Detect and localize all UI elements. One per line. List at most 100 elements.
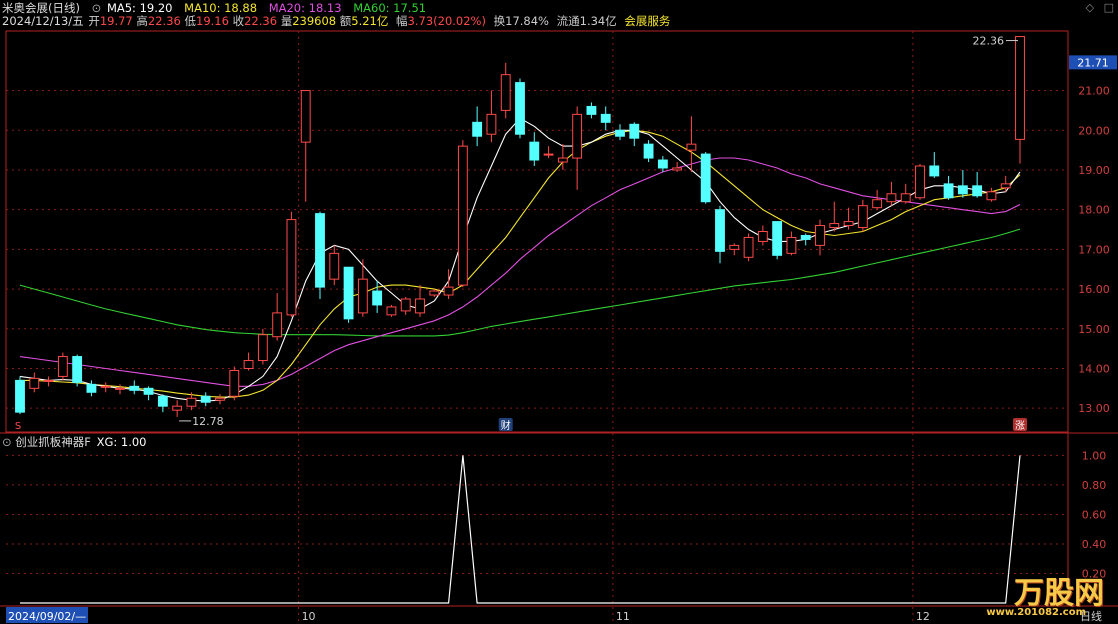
indicator-tick-label: 0.80 <box>1082 479 1107 492</box>
chart-canvas[interactable]: 13.00 14.00 15.00 16.00 17.00 18.00 19.00 20.00… <box>0 0 1118 624</box>
candle-down <box>629 123 640 139</box>
candle-up <box>115 387 125 390</box>
candle-down <box>200 395 211 403</box>
grid-layer <box>0 30 1118 624</box>
candle-up <box>429 290 440 296</box>
sector-value[interactable]: 会展服务 <box>624 13 670 29</box>
price-tick-label: 17.00 <box>1078 243 1110 256</box>
candle-up <box>100 385 111 388</box>
candle-up <box>915 165 925 199</box>
candle-down <box>800 234 811 240</box>
amount-label: 额 <box>339 14 352 28</box>
candle-down <box>372 290 383 306</box>
indicator-value: XG: 1.00 <box>96 435 147 449</box>
candle-up <box>286 219 297 316</box>
candle-up <box>986 191 997 201</box>
candle-up <box>743 236 754 258</box>
open-label: 开 <box>88 14 100 28</box>
candle-up <box>243 360 254 369</box>
high-value: 22.36 <box>147 14 181 28</box>
settings-diamond-icon[interactable]: ◇ <box>1086 1 1094 14</box>
current-price-label: 21.71 <box>1077 56 1109 69</box>
change-label: 幅 <box>396 14 408 28</box>
candle-up <box>900 193 911 203</box>
volume-label: 量 <box>280 14 293 28</box>
indicator-tick-label: 0.40 <box>1082 538 1107 551</box>
price-tick-label: 19.00 <box>1078 164 1110 177</box>
high-annotation-label: 22.36 <box>973 35 1005 48</box>
candle-down <box>529 141 540 161</box>
quote-header: 米奥会展(日线) ⊙ MA5: 19.20 MA10: 18.88 MA20: … <box>0 0 1118 30</box>
candle-down <box>972 185 983 197</box>
candle-down <box>343 266 354 320</box>
candle-down <box>586 105 597 115</box>
candle-down <box>129 385 140 391</box>
open-value: 19.77 <box>99 14 133 28</box>
quote-date: 2024/12/13/五 <box>2 14 84 28</box>
candle-up <box>572 113 583 159</box>
month-label: 10 <box>302 610 316 623</box>
candle-up <box>557 157 568 163</box>
candle-up <box>229 369 240 397</box>
candle-up <box>1000 183 1011 189</box>
candle-down <box>943 183 954 199</box>
candle-up <box>443 286 454 296</box>
watermark-url: www.201082.com <box>986 607 1086 618</box>
indicator-tick-label: 0.60 <box>1082 508 1107 521</box>
low-value: 19.16 <box>196 14 229 28</box>
indicator-header: ⊙ 创业抓板神器F XG: 1.00 <box>2 434 147 450</box>
candle-down <box>700 153 711 203</box>
candle-up <box>672 167 683 171</box>
window-controls: ◇ □ <box>1086 1 1114 14</box>
candle-up <box>257 334 268 362</box>
candle-up <box>415 298 425 314</box>
candle-up <box>300 90 311 143</box>
low-label: 低 <box>184 14 197 28</box>
price-tick-label: 16.00 <box>1078 283 1110 296</box>
candle-down <box>929 165 940 177</box>
watermark-brand: 万股网 <box>1014 576 1104 611</box>
candle-up <box>57 356 68 377</box>
candle-down <box>615 129 625 137</box>
window-toggle-icon[interactable]: □ <box>1104 1 1114 14</box>
change-value: 3.73(20.02%) <box>407 14 486 28</box>
main-panel-frame <box>5 30 1069 433</box>
candle-down <box>86 383 97 393</box>
candle-up <box>272 312 283 338</box>
volume-value: 239608 <box>292 14 337 28</box>
candle-up <box>829 223 840 229</box>
candle-down <box>472 121 483 137</box>
indicator-toggle-icon[interactable]: ⊙ <box>2 435 12 449</box>
candle-up <box>486 113 497 135</box>
indicator-name[interactable]: 创业抓板神器F <box>15 435 91 449</box>
limit-up-marker: 涨 <box>1015 420 1025 432</box>
price-tick-label: 20.00 <box>1078 124 1110 137</box>
xg-indicator-line <box>20 455 1021 604</box>
float-cap-value: 流通1.34亿 <box>556 14 617 28</box>
high-label: 高 <box>136 14 148 28</box>
month-label: 12 <box>916 610 930 623</box>
candle-down <box>643 143 654 159</box>
candle-up <box>186 397 197 407</box>
low-annotation-label: 12.78 <box>192 415 224 428</box>
price-tick-label: 14.00 <box>1078 362 1110 375</box>
candle-down <box>315 213 325 288</box>
candle-up <box>386 306 397 316</box>
candle-up <box>500 74 511 111</box>
candle-up <box>786 236 797 254</box>
candle-up <box>543 153 554 156</box>
candle-up <box>815 225 825 246</box>
indicator-tick-label: 1.00 <box>1082 449 1107 462</box>
candle-down <box>143 387 154 395</box>
candle-up <box>329 252 340 280</box>
close-label: 收 <box>232 14 245 28</box>
candle-up <box>872 199 883 209</box>
price-tick-label: 21.00 <box>1078 85 1110 98</box>
candle-up <box>757 231 768 242</box>
price-tick-label: 18.00 <box>1078 204 1110 217</box>
candle-down <box>157 395 168 407</box>
candle-down <box>715 209 725 252</box>
candle-up <box>43 379 54 382</box>
xg-series-line <box>20 455 1021 604</box>
month-label: 11 <box>616 610 630 623</box>
